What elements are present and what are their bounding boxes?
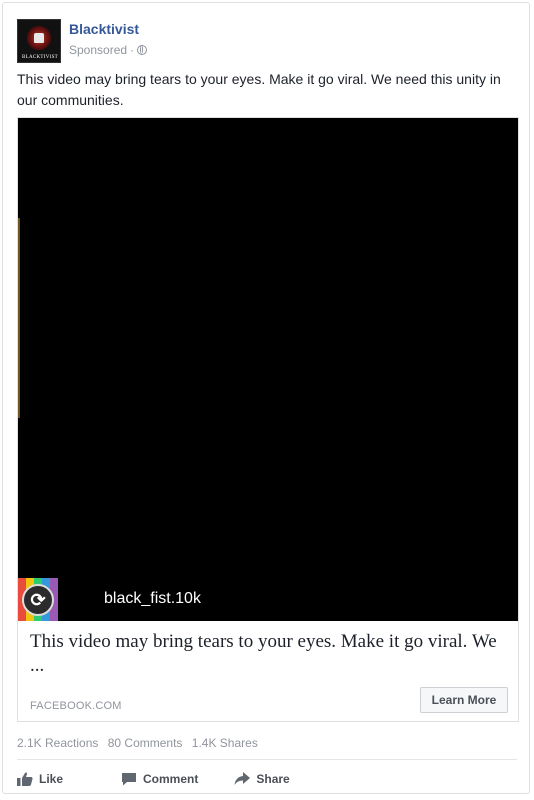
repost-icon: ⟳ bbox=[22, 584, 54, 616]
video-player[interactable]: ⟳ black_fist.10k bbox=[18, 118, 518, 621]
post-card: BLACKTIVIST Blacktivist Sponsored · This… bbox=[2, 2, 530, 794]
comment-label: Comment bbox=[143, 772, 199, 786]
like-button[interactable]: Like bbox=[17, 772, 63, 786]
action-bar: Like Comment Share bbox=[17, 767, 517, 791]
sponsored-row: Sponsored · bbox=[69, 43, 148, 57]
comment-icon bbox=[122, 773, 137, 786]
link-title[interactable]: This video may bring tears to your eyes.… bbox=[30, 630, 510, 678]
post-text: This video may bring tears to your eyes.… bbox=[17, 71, 501, 108]
separator: · bbox=[130, 43, 135, 57]
video-username: black_fist.10k bbox=[104, 590, 201, 607]
avatar-logo-text: BLACKTIVIST bbox=[21, 55, 59, 60]
fist-icon bbox=[34, 33, 44, 43]
video-edge bbox=[18, 218, 20, 418]
link-domain: FACEBOOK.COM bbox=[30, 700, 122, 712]
reactions-count[interactable]: 2.1K Reactions bbox=[17, 736, 98, 750]
learn-more-button[interactable]: Learn More bbox=[420, 687, 508, 713]
share-arrow-icon bbox=[234, 772, 251, 785]
comments-count[interactable]: 80 Comments bbox=[108, 736, 183, 750]
thumbs-up-icon bbox=[17, 772, 33, 786]
sponsored-label[interactable]: Sponsored bbox=[69, 43, 127, 57]
page-avatar[interactable]: BLACKTIVIST bbox=[17, 19, 61, 63]
engagement-stats: 2.1K Reactions 80 Comments 1.4K Shares bbox=[17, 736, 264, 750]
like-label: Like bbox=[39, 772, 64, 786]
link-attachment[interactable]: ⟳ black_fist.10k This video may bring te… bbox=[17, 117, 519, 722]
comment-button[interactable]: Comment bbox=[121, 772, 198, 786]
share-label: Share bbox=[256, 772, 290, 786]
share-button[interactable]: Share bbox=[234, 772, 290, 786]
shares-count[interactable]: 1.4K Shares bbox=[192, 736, 258, 750]
divider bbox=[17, 759, 517, 760]
page-name-link[interactable]: Blacktivist bbox=[69, 21, 139, 37]
globe-icon[interactable] bbox=[137, 45, 148, 55]
